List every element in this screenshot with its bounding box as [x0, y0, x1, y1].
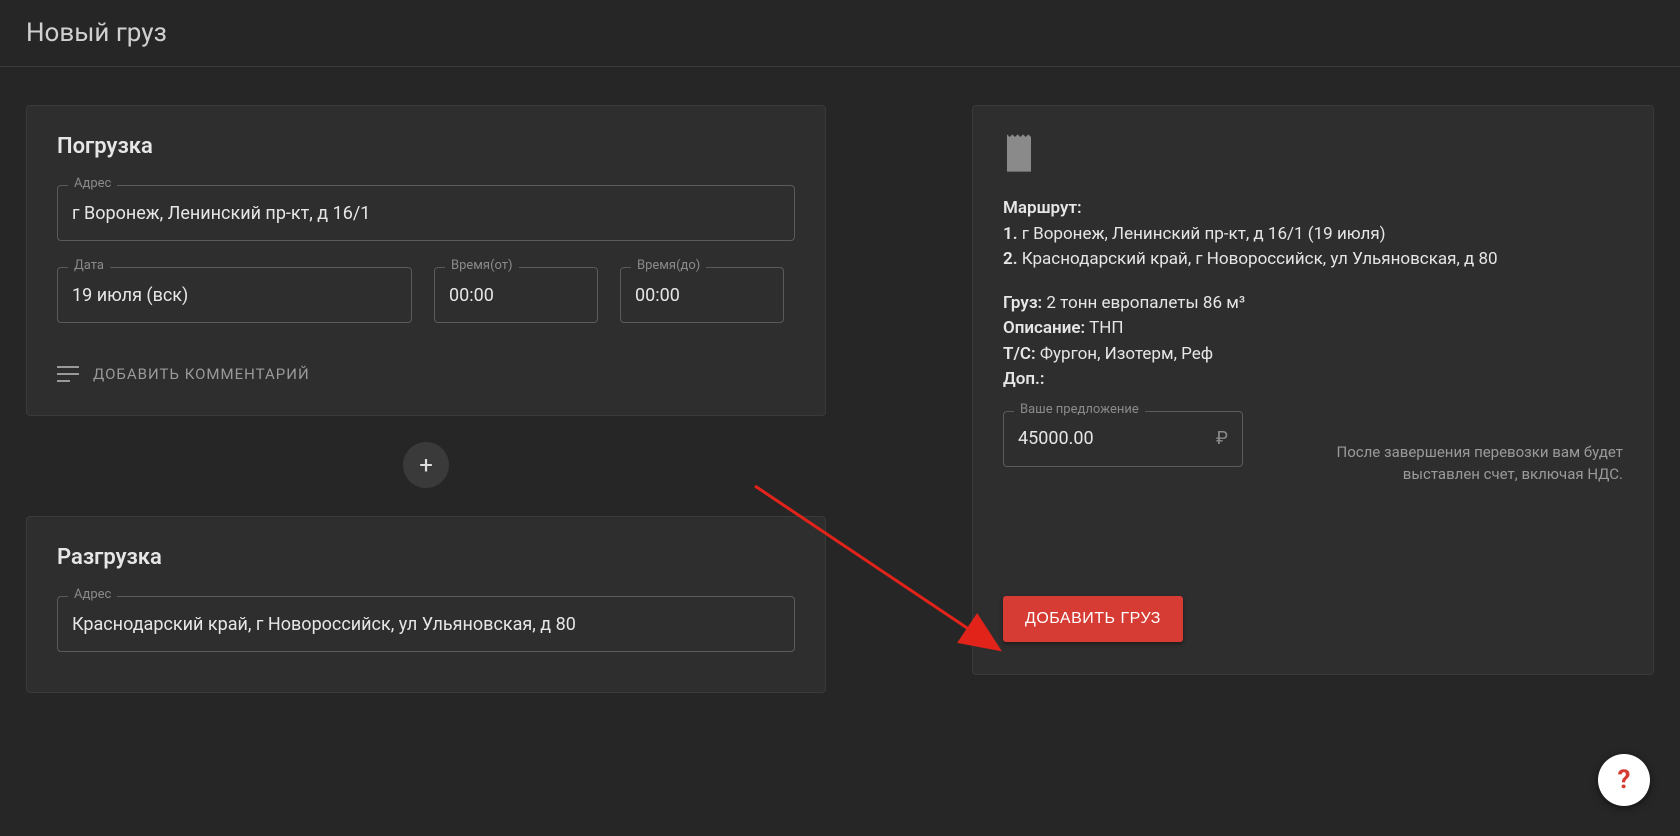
add-comment-button[interactable]: ДОБАВИТЬ КОММЕНТАРИЙ	[57, 365, 310, 383]
unloading-address-field[interactable]: Адрес Краснодарский край, г Новороссийск…	[57, 596, 795, 652]
loading-time-from-label: Время(от)	[445, 259, 519, 272]
plus-icon: +	[419, 451, 433, 479]
loading-date-label: Дата	[68, 259, 110, 272]
unloading-card: Разгрузка Адрес Краснодарский край, г Но…	[26, 516, 826, 693]
unloading-address-value: Краснодарский край, г Новороссийск, ул У…	[72, 614, 780, 635]
offer-label: Ваше предложение	[1014, 403, 1145, 416]
offer-value: 45000.00	[1018, 428, 1210, 449]
loading-time-to-label: Время(до)	[631, 259, 706, 272]
loading-time-to-value: 00:00	[635, 285, 769, 306]
loading-time-from-field[interactable]: Время(от) 00:00	[434, 267, 598, 323]
loading-title: Погрузка	[57, 134, 795, 159]
route2-text: Краснодарский край, г Новороссийск, ул У…	[1022, 249, 1498, 269]
route1-text: г Воронеж, Ленинский пр-кт, д 16/1 (19 и…	[1022, 224, 1386, 244]
offer-field[interactable]: Ваше предложение 45000.00 ₽	[1003, 411, 1243, 467]
route2-no: 2.	[1003, 249, 1018, 269]
ruble-icon: ₽	[1216, 428, 1228, 449]
offer-note: После завершения перевозки вам будет выс…	[1261, 411, 1623, 486]
loading-time-to-field[interactable]: Время(до) 00:00	[620, 267, 784, 323]
notes-icon	[57, 366, 79, 382]
add-waypoint-button[interactable]: +	[403, 442, 449, 488]
extra-label: Доп.:	[1003, 369, 1044, 389]
loading-address-field[interactable]: Адрес г Воронеж, Ленинский пр-кт, д 16/1	[57, 185, 795, 241]
loading-date-field[interactable]: Дата 19 июля (вск)	[57, 267, 412, 323]
question-icon: ?	[1618, 765, 1631, 795]
ts-text: Фургон, Изотерм, Реф	[1040, 344, 1213, 364]
desc-text: ТНП	[1089, 318, 1123, 338]
loading-card: Погрузка Адрес г Воронеж, Ленинский пр-к…	[26, 105, 826, 416]
route-label: Маршрут:	[1003, 198, 1082, 218]
cargo-text: 2 тонн европалеты 86 м³	[1046, 293, 1245, 313]
submit-cargo-button[interactable]: ДОБАВИТЬ ГРУЗ	[1003, 596, 1183, 642]
loading-address-label: Адрес	[68, 177, 117, 190]
help-button[interactable]: ?	[1598, 754, 1650, 806]
summary-card: Маршрут: 1. г Воронеж, Ленинский пр-кт, …	[972, 105, 1654, 675]
loading-date-value: 19 июля (вск)	[72, 285, 397, 306]
ts-label: Т/С:	[1003, 344, 1036, 364]
page-title: Новый груз	[0, 0, 1680, 66]
loading-time-from-value: 00:00	[449, 285, 583, 306]
unloading-address-label: Адрес	[68, 588, 117, 601]
cargo-label: Груз:	[1003, 293, 1042, 313]
receipt-icon	[1003, 134, 1035, 172]
loading-address-value: г Воронеж, Ленинский пр-кт, д 16/1	[72, 203, 780, 224]
add-comment-label: ДОБАВИТЬ КОММЕНТАРИЙ	[93, 365, 310, 383]
unloading-title: Разгрузка	[57, 545, 795, 570]
desc-label: Описание:	[1003, 318, 1085, 338]
route1-no: 1.	[1003, 224, 1018, 244]
